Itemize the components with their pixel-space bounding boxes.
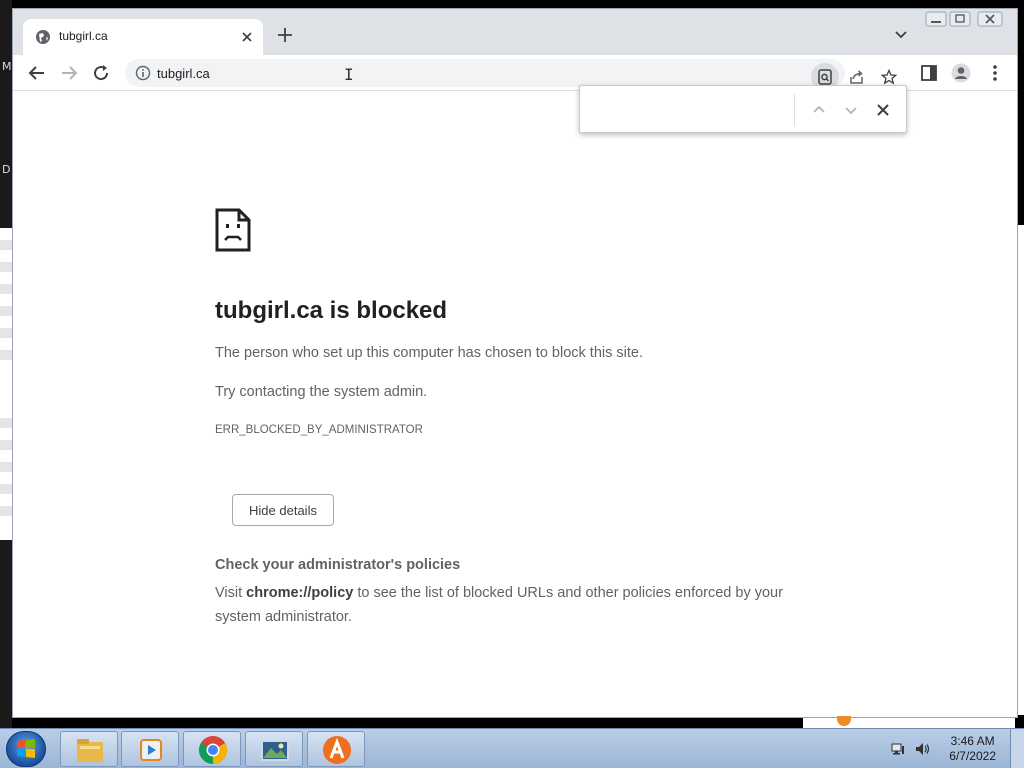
chevron-down-icon[interactable] [841, 100, 861, 120]
star-icon [881, 69, 897, 85]
windows-logo-icon [17, 739, 35, 758]
details-visit: Visit [215, 585, 247, 601]
clock-time: 3:46 AM [950, 734, 995, 748]
chevron-up-icon[interactable] [809, 100, 829, 120]
network-icon[interactable] [890, 741, 906, 757]
find-input[interactable] [590, 96, 790, 122]
hide-details-button[interactable]: Hide details [232, 494, 334, 526]
clock-date: 6/7/2022 [949, 749, 996, 763]
taskbar-photo-viewer[interactable] [245, 731, 303, 767]
text-cursor-icon: I [344, 65, 354, 84]
new-tab-icon[interactable] [275, 25, 295, 45]
side-panel-icon[interactable] [919, 63, 939, 83]
windows-explorer-icon [77, 739, 103, 762]
taskbar: 3:46 AM 6/7/2022 [0, 728, 1024, 768]
avast-icon [323, 736, 351, 764]
close-tab-icon[interactable] [237, 27, 257, 47]
suggestion-text: Try contacting the system admin. [215, 384, 428, 400]
restore-icon[interactable] [949, 11, 971, 27]
policy-link[interactable]: chrome://policy [246, 585, 353, 601]
block-message: The person who set up this computer has … [215, 345, 643, 361]
chevron-down-icon[interactable] [893, 29, 909, 41]
menu-icon[interactable] [985, 63, 1005, 83]
details-heading: Check your administrator's policies [215, 557, 461, 573]
taskbar-chrome[interactable] [183, 731, 241, 767]
clock[interactable]: 3:46 AM 6/7/2022 [949, 734, 996, 764]
volume-icon[interactable] [914, 741, 930, 757]
error-page: tubgirl.ca is blocked The person who set… [13, 91, 1017, 717]
back-icon[interactable] [27, 63, 47, 83]
share-icon [850, 70, 863, 84]
profile-icon[interactable] [951, 63, 971, 83]
error-code: ERR_BLOCKED_BY_ADMINISTRATOR [215, 424, 423, 436]
taskbar-avast[interactable] [307, 731, 365, 767]
page-title: tubgirl.ca is blocked [215, 297, 448, 324]
desktop-corner [803, 716, 1015, 728]
show-desktop-button[interactable] [1010, 729, 1024, 768]
desktop-text-m: M [2, 60, 12, 73]
details-text: Visit chrome://policy to see the list of… [215, 581, 815, 629]
tab-active[interactable]: tubgirl.ca [23, 19, 263, 55]
find-in-page-icon [818, 69, 832, 85]
close-window-icon[interactable] [977, 11, 1003, 27]
forward-icon[interactable] [59, 63, 79, 83]
minimize-icon[interactable] [925, 11, 947, 27]
reload-icon[interactable] [91, 63, 111, 83]
desktop-text-d: D [2, 163, 11, 176]
taskbar-media-player[interactable] [121, 731, 179, 767]
desktop-left-edge: M D [0, 0, 12, 728]
globe-icon [36, 30, 50, 44]
taskbar-explorer[interactable] [60, 731, 118, 767]
photo-viewer-icon [261, 740, 289, 761]
info-icon[interactable] [135, 65, 151, 81]
sad-page-icon [215, 208, 251, 252]
find-bar [579, 85, 907, 133]
find-divider [794, 94, 795, 126]
close-find-icon[interactable] [873, 100, 893, 120]
tab-strip: tubgirl.ca [13, 9, 1017, 55]
start-button[interactable] [6, 731, 46, 767]
address-bar[interactable]: tubgirl.ca I [125, 59, 897, 91]
url-text: tubgirl.ca [157, 66, 210, 81]
media-player-icon [140, 739, 162, 761]
tab-title: tubgirl.ca [59, 29, 108, 43]
chrome-icon [199, 736, 227, 764]
